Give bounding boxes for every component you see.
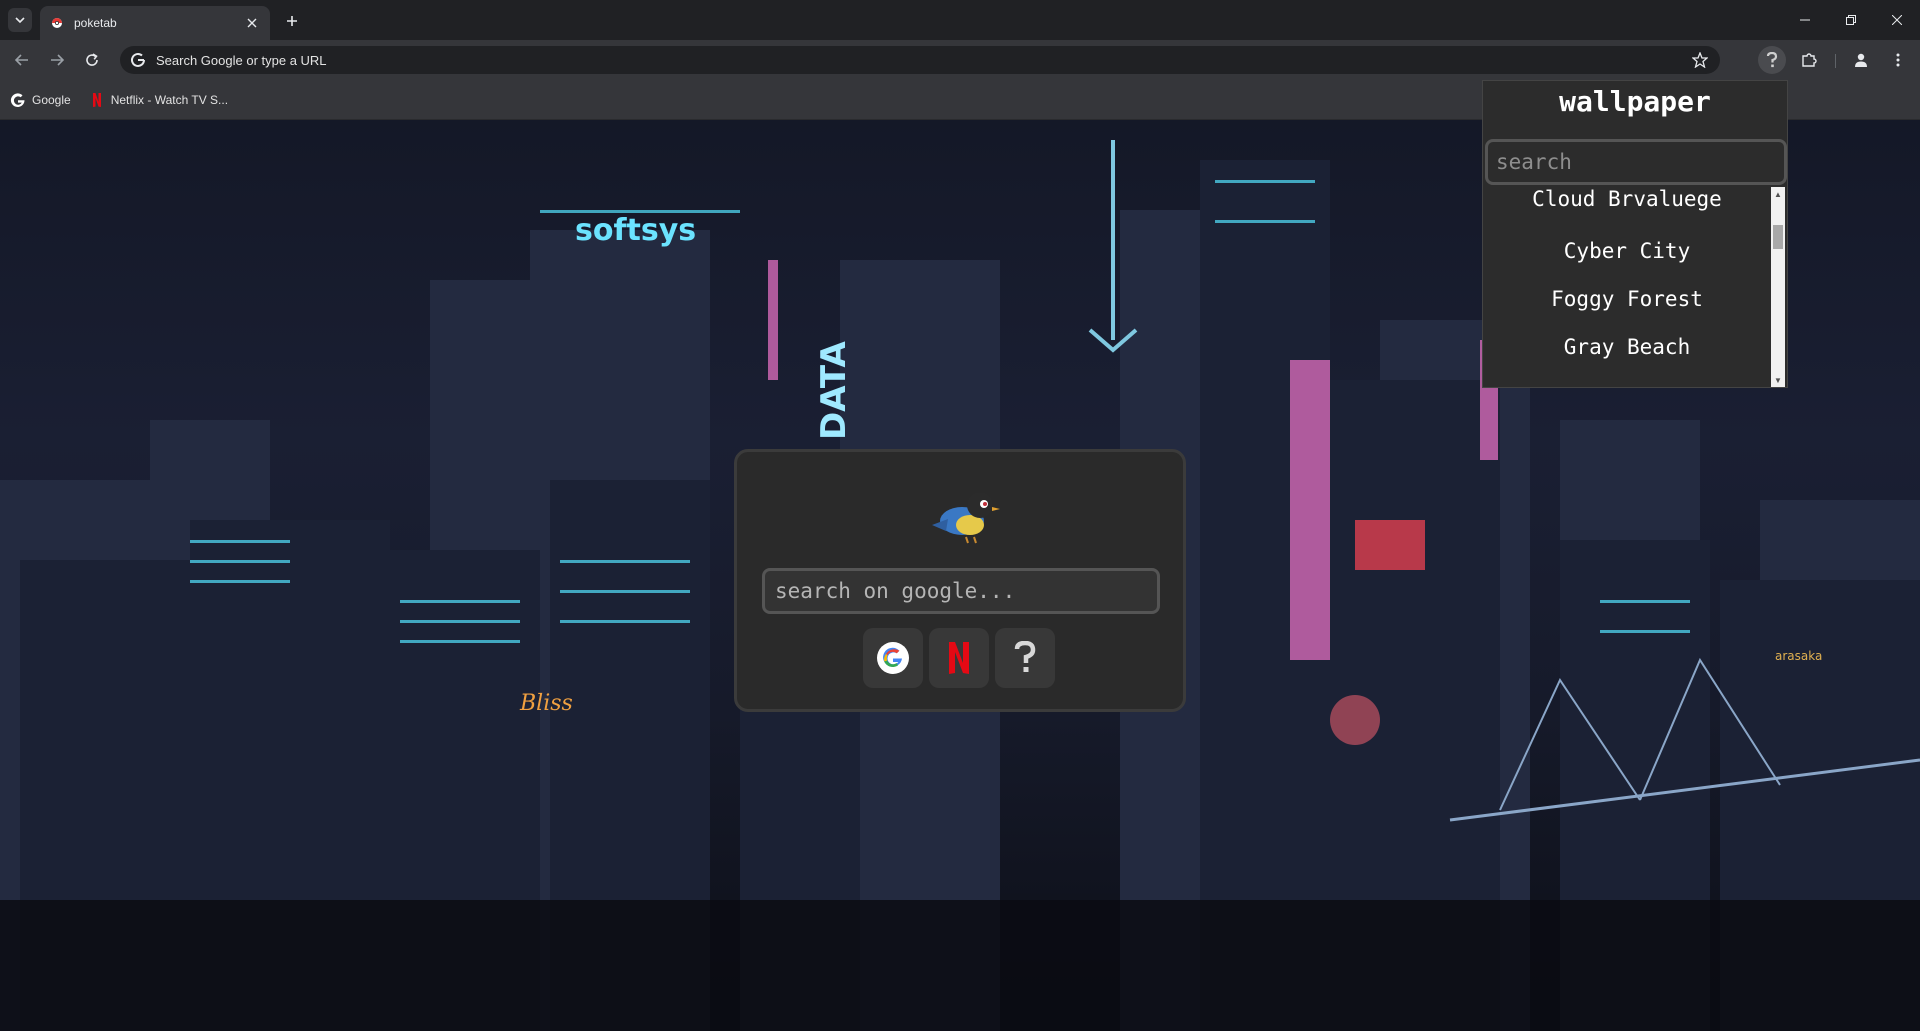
restore-button[interactable] [1828,0,1874,40]
list-scrollbar[interactable]: ▲ ▼ [1771,187,1785,387]
minimize-button[interactable] [1782,0,1828,40]
browser-toolbar: Search Google or type a URL [0,40,1920,80]
wallpaper-item[interactable]: Foggy Forest [1483,275,1771,323]
plus-icon [287,16,297,26]
window-controls [1782,0,1920,40]
restore-icon [1846,15,1856,25]
close-icon [1892,15,1902,25]
bookmark-label: Netflix - Watch TV S... [110,92,229,107]
google-g-icon [131,52,145,67]
poketab-extension-button[interactable] [1758,46,1786,74]
scroll-down-arrow-icon[interactable]: ▼ [1771,373,1785,387]
toolbar-divider [1835,54,1836,68]
bookmark-star-icon[interactable] [1692,52,1708,68]
bird-mascot-icon [932,492,1000,544]
wallpaper-list-container[interactable]: Cloud Brvaluege Cyber City Foggy Forest … [1483,187,1787,387]
tab-title: poketab [74,16,117,30]
profile-button[interactable] [1847,46,1875,74]
wallpaper-item[interactable]: Gray Beach [1483,323,1771,371]
pokeball-icon [52,18,62,28]
tab-strip: poketab [0,0,1920,40]
svg-text:softsys: softsys [575,213,696,248]
svg-text:DATA: DATA [814,341,854,440]
google-search-input[interactable] [762,568,1160,614]
puzzle-icon [1802,53,1817,67]
extensions-button[interactable] [1795,46,1823,74]
svg-text:Bliss: Bliss [519,691,573,716]
netflix-icon [949,642,969,674]
help-quick-link[interactable] [995,628,1055,688]
bookmark-google[interactable]: Google [10,92,71,108]
question-icon [1766,52,1778,68]
wallpaper-item[interactable]: Cyber City [1483,227,1771,275]
back-button[interactable] [10,48,34,72]
bookmark-label: Google [32,92,71,107]
svg-text:arasaka: arasaka [1775,649,1822,663]
back-arrow-icon [15,54,28,66]
question-icon [1014,641,1036,672]
popup-title: wallpaper [1559,85,1711,118]
address-placeholder: Search Google or type a URL [156,52,327,68]
chevron-down-icon [15,17,25,24]
menu-button[interactable] [1884,46,1912,74]
close-window-button[interactable] [1874,0,1920,40]
netflix-quick-link[interactable] [929,628,989,688]
forward-arrow-icon [51,54,64,66]
google-icon [10,92,26,108]
netflix-icon [89,92,105,108]
new-tab-button[interactable] [280,9,304,33]
more-vert-icon [1896,53,1900,67]
minimize-icon [1800,19,1810,21]
reload-icon [86,53,98,66]
wallpaper-item[interactable]: Cloud Brvaluege [1483,187,1771,227]
google-quick-link[interactable] [863,628,923,688]
forward-button[interactable] [45,48,69,72]
scrollbar-thumb[interactable] [1773,225,1783,249]
browser-tab[interactable]: poketab [40,6,270,40]
tab-search-button[interactable] [8,8,32,32]
profile-icon [1855,53,1867,67]
wallpaper-popup: wallpaper Cloud Brvaluege Cyber City Fog… [1482,80,1788,388]
bookmark-netflix[interactable]: Netflix - Watch TV S... [89,92,228,108]
quick-links [863,628,1055,688]
wallpaper-list: Cloud Brvaluege Cyber City Foggy Forest … [1483,187,1771,371]
close-tab-icon[interactable] [244,15,260,31]
search-card [734,449,1186,712]
reload-button[interactable] [80,48,104,72]
google-icon [877,642,909,674]
scroll-up-arrow-icon[interactable]: ▲ [1771,187,1785,201]
address-bar[interactable]: Search Google or type a URL [120,46,1720,74]
wallpaper-search-input[interactable] [1485,139,1787,185]
